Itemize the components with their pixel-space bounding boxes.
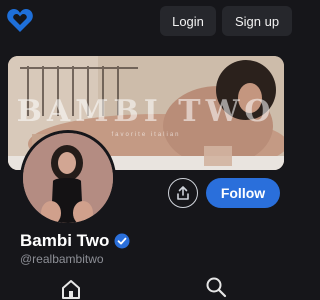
heart-logo-icon[interactable] — [6, 8, 34, 34]
login-button[interactable]: Login — [160, 6, 216, 36]
display-name: Bambi Two — [20, 231, 110, 250]
avatar[interactable] — [20, 130, 116, 226]
top-bar: Login Sign up — [0, 0, 300, 44]
share-icon — [177, 186, 189, 200]
verified-badge-icon — [114, 233, 130, 249]
banner-title: BAMBI TWO — [16, 94, 276, 129]
profile-handle: @realbambitwo — [20, 252, 104, 266]
search-icon[interactable] — [205, 276, 227, 298]
home-icon[interactable] — [60, 278, 82, 300]
profile-name-row: Bambi Two — [20, 230, 130, 252]
signup-button[interactable]: Sign up — [222, 6, 292, 36]
share-button[interactable] — [168, 178, 198, 208]
bottom-nav — [0, 276, 300, 300]
avatar-photo — [23, 133, 113, 223]
follow-button[interactable]: Follow — [206, 178, 280, 208]
